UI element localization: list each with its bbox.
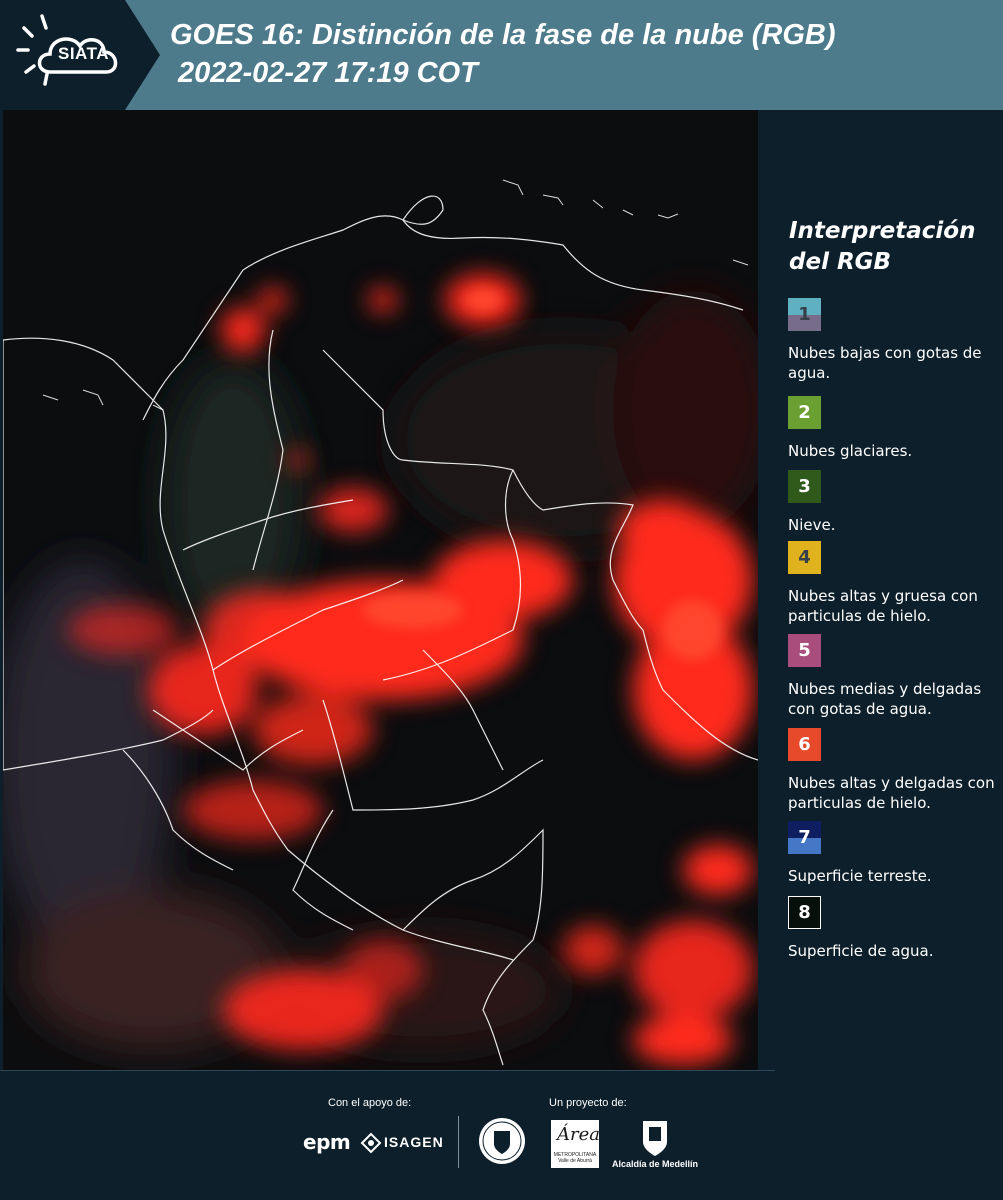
medellin-seal-icon [479, 1118, 525, 1164]
legend-title: Interpretación del RGB [789, 218, 976, 275]
satellite-image [3, 110, 758, 1070]
legend-swatch-1: 1 [788, 298, 821, 331]
timestamp: 2022-02-27 17:19 COT [178, 57, 478, 89]
legend-item-6: 6 Nubes altas y delgadas con particulas … [788, 728, 1003, 813]
legend-swatch-2: 2 [788, 396, 821, 429]
area-metropolitana-logo: Área METROPOLITANA Valle de Aburrá [551, 1120, 600, 1168]
page-title: GOES 16: Distinción de la fase de la nub… [170, 19, 836, 51]
isagen-icon [360, 1132, 382, 1154]
satellite-map[interactable] [3, 110, 758, 1070]
legend-swatch-3: 3 [788, 470, 821, 503]
legend-label-7: Superficie terreste. [788, 867, 932, 885]
footer: Con el apoyo de: Un proyecto de: epm ISA… [0, 1070, 1003, 1200]
legend-label-8: Superficie de agua. [788, 942, 934, 960]
legend-item-1: 1 Nubes bajas con gotas de agua. [788, 298, 1003, 383]
legend-item-2: 2 Nubes glaciares. [788, 396, 1003, 461]
legend-label-1: Nubes bajas con gotas de agua. [788, 344, 982, 382]
legend-swatch-8: 8 [788, 896, 821, 929]
project-label: Un proyecto de: [549, 1097, 627, 1109]
legend-label-4: Nubes altas y gruesa con particulas de h… [788, 587, 978, 625]
legend-item-3: 3 Nieve. [788, 470, 1003, 535]
legend-item-7: 7 Superficie terreste. [788, 821, 1003, 886]
alcaldia-label: Alcaldía de Medellín [612, 1159, 699, 1169]
epm-logo: epm [303, 1130, 351, 1154]
legend-label-6: Nubes altas y delgadas con particulas de… [788, 774, 995, 812]
alcaldia-shield-icon [643, 1121, 667, 1156]
legend-label-5: Nubes medias y delgadas con gotas de agu… [788, 680, 982, 718]
legend-item-5: 5 Nubes medias y delgadas con gotas de a… [788, 634, 1003, 719]
legend-label-3: Nieve. [788, 516, 836, 534]
header: SIATA GOES 16: Distinción de la fase de … [0, 0, 1003, 110]
legend-panel: Interpretación del RGB 1 Nubes bajas con… [762, 110, 1003, 1070]
legend-swatch-6: 6 [788, 728, 821, 761]
support-label: Con el apoyo de: [328, 1097, 412, 1109]
logo-text: SIATA [58, 44, 109, 63]
siata-logo: SIATA [0, 0, 160, 110]
legend-swatch-5: 5 [788, 634, 821, 667]
legend-swatch-7: 7 [788, 821, 821, 854]
legend-swatch-4: 4 [788, 541, 821, 574]
footer-divider [458, 1116, 459, 1168]
isagen-logo: ISAGEN [384, 1134, 444, 1150]
legend-item-8: 8 Superficie de agua. [788, 896, 1003, 961]
legend-label-2: Nubes glaciares. [788, 442, 913, 460]
legend-item-4: 4 Nubes altas y gruesa con particulas de… [788, 541, 1003, 626]
